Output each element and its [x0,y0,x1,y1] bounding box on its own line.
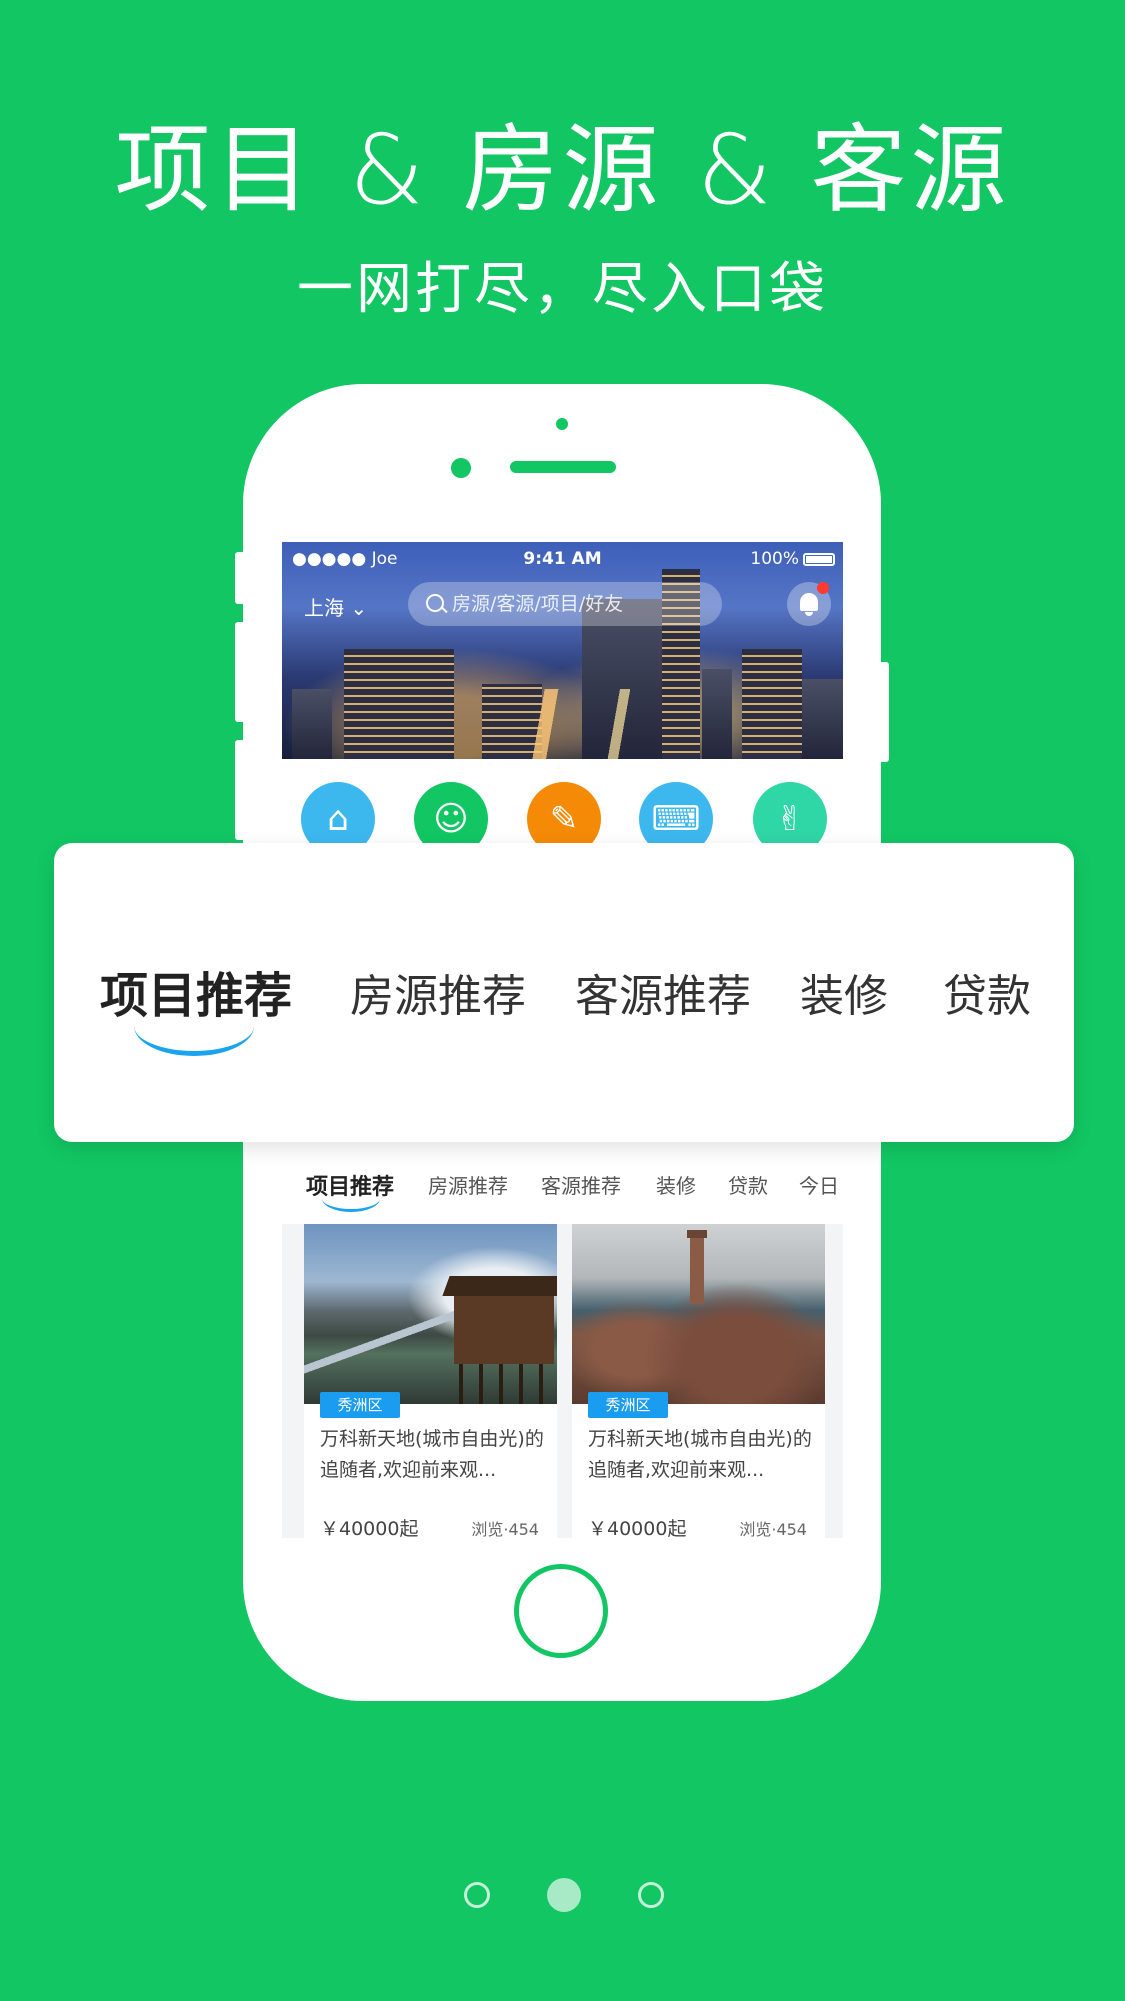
listing-views: 浏览·454 [471,1520,539,1538]
screen-tab-project-recommend[interactable]: 项目推荐 [306,1169,394,1201]
phone-home-button [514,1564,608,1658]
tab-bar-zoom-card: 项目推荐 房源推荐 客源推荐 装修 贷款 [54,843,1074,1142]
listing-price: ￥40000起 [320,1518,419,1538]
tab-client-recommend[interactable]: 客源推荐 [575,960,751,1024]
battery-icon [803,553,835,566]
active-tab-indicator [134,1026,254,1056]
phone-power-button [879,662,889,762]
listing-card[interactable]: 秀洲区 万科新天地(城市自由光)的追随者,欢迎前来观... ￥40000起 浏览… [572,1224,825,1538]
screen-tab-decoration[interactable]: 装修 [656,1170,696,1199]
search-icon [426,594,444,612]
status-bar: ●●●●● Joe 9:41 AM 100% [282,546,843,574]
phone-mute-switch [235,552,245,604]
listing-views: 浏览·454 [739,1520,807,1538]
phone-speaker [510,461,616,473]
phone-volume-up [235,622,245,722]
listing-title: 万科新天地(城市自由光)的追随者,欢迎前来观... [588,1428,812,1481]
notification-badge [817,582,829,594]
promo-headline: 项目 & 房源 & 客源 [114,114,1011,226]
listing-card[interactable]: 秀洲区 万科新天地(城市自由光)的追随者,欢迎前来观... ￥40000起 浏览… [304,1224,557,1538]
screen-tab-today[interactable]: 今日 [799,1170,839,1199]
phone-sensor-dot [556,418,568,430]
search-placeholder: 房源/客源/项目/好友 [452,593,624,615]
listing-photo [572,1224,825,1404]
screen-tab-listing-recommend[interactable]: 房源推荐 [428,1170,508,1199]
page-indicator-dot[interactable] [464,1882,490,1908]
district-badge: 秀洲区 [588,1392,668,1418]
page-indicator-dot[interactable] [638,1882,664,1908]
screen-tab-bar: 项目推荐 房源推荐 客源推荐 装修 贷款 今日 [282,1164,843,1214]
chevron-down-icon: ⌄ [350,596,368,620]
listing-title: 万科新天地(城市自由光)的追随者,欢迎前来观... [320,1428,544,1481]
tab-listing-recommend[interactable]: 房源推荐 [350,960,526,1024]
district-badge: 秀洲区 [320,1392,400,1418]
listing-price: ￥40000起 [588,1518,687,1538]
city-selector[interactable]: 上海 ⌄ [304,592,367,621]
screen-active-tab-indicator [322,1198,380,1212]
battery-label: 100% [750,549,799,569]
phone-volume-down [235,740,245,840]
tab-loan[interactable]: 贷款 [943,960,1031,1024]
header-banner: ●●●●● Joe 9:41 AM 100% 上海 ⌄ 房源/客源/项目/好友 [282,542,843,759]
screen-tab-loan[interactable]: 贷款 [728,1170,768,1199]
page-indicator-dot-active[interactable] [547,1878,581,1912]
tab-project-recommend[interactable]: 项目推荐 [100,956,292,1026]
search-input[interactable]: 房源/客源/项目/好友 [408,582,722,626]
phone-camera-icon [451,458,471,478]
promo-subline: 一网打尽，尽入口袋 [297,257,828,322]
bell-icon [800,593,818,611]
notification-button[interactable] [787,582,831,626]
tab-decoration[interactable]: 装修 [800,960,888,1024]
listing-photo [304,1224,557,1404]
city-label: 上海 [304,596,344,620]
screen-tab-client-recommend[interactable]: 客源推荐 [541,1170,621,1199]
